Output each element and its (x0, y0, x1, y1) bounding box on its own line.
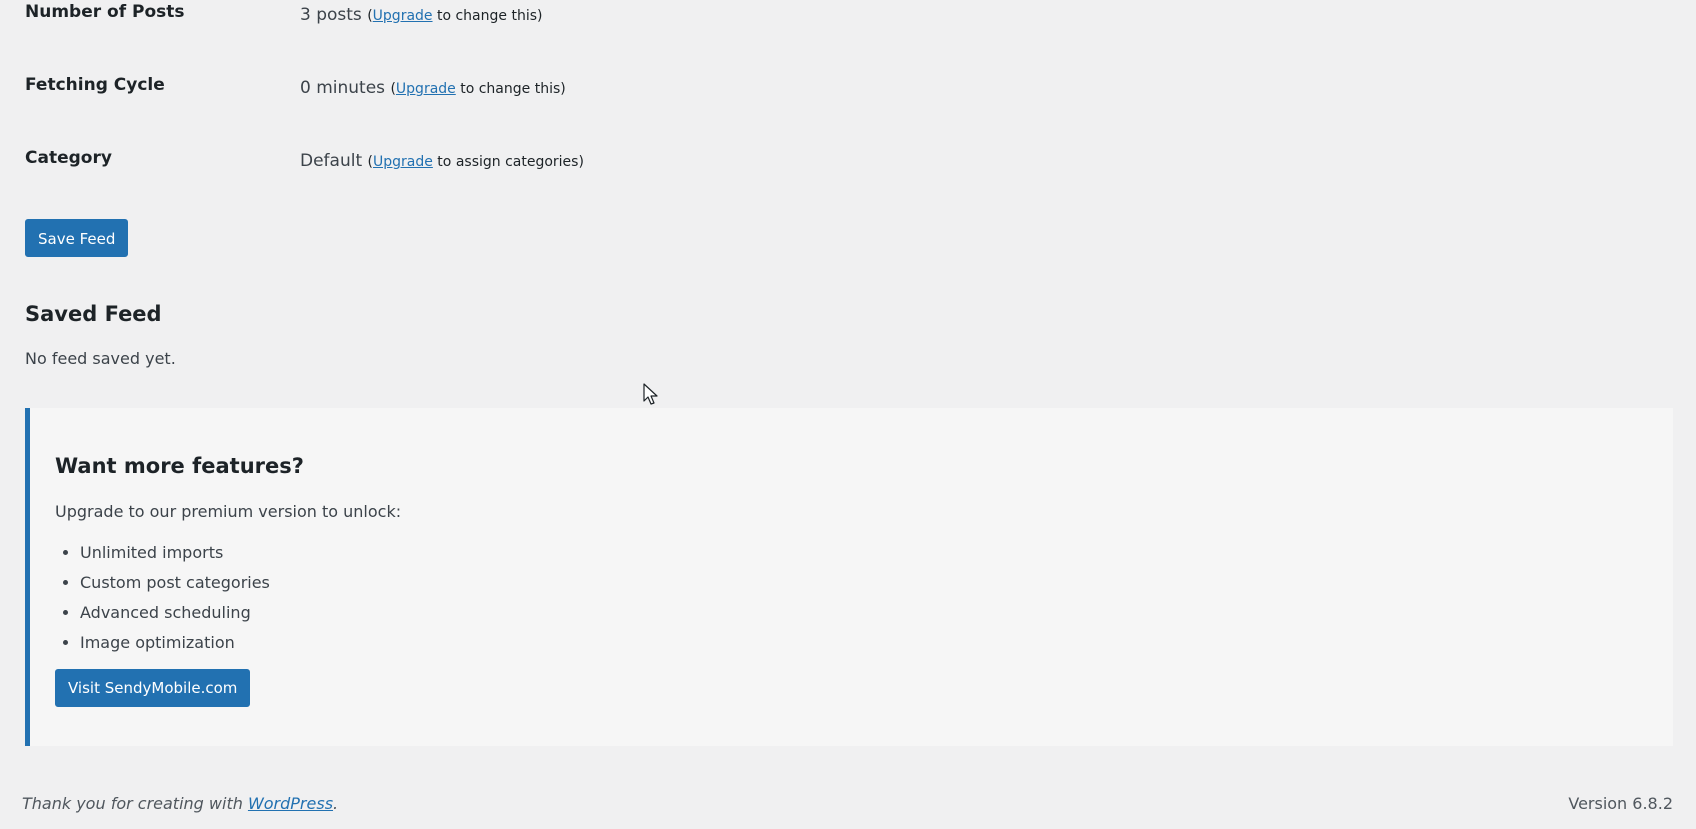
footer-version: Version 6.8.2 (1568, 794, 1673, 813)
number-of-posts-note: (Upgrade to change this) (367, 8, 543, 24)
number-of-posts-text: 3 posts (300, 5, 362, 25)
wordpress-link[interactable]: WordPress (248, 794, 333, 813)
category-text: Default (300, 151, 363, 171)
category-value: Default (Upgrade to assign categories) (300, 151, 584, 171)
number-of-posts-upgrade-link[interactable]: Upgrade (373, 8, 433, 24)
promo-feature-item: Image optimization (80, 628, 270, 658)
mouse-pointer-icon (643, 383, 658, 405)
saved-feed-empty-text: No feed saved yet. (25, 349, 176, 368)
saved-feed-title: Saved Feed (25, 302, 162, 326)
promo-feature-list: Unlimited imports Custom post categories… (55, 538, 270, 658)
number-of-posts-label: Number of Posts (25, 2, 185, 22)
promo-feature-item: Custom post categories (80, 568, 270, 598)
fetching-cycle-value: 0 minutes (Upgrade to change this) (300, 78, 566, 98)
fetching-cycle-label: Fetching Cycle (25, 75, 165, 95)
category-row: Category Default (Upgrade to assign cate… (25, 148, 925, 180)
category-upgrade-link[interactable]: Upgrade (373, 154, 433, 170)
fetching-cycle-upgrade-link[interactable]: Upgrade (396, 81, 456, 97)
category-label: Category (25, 148, 112, 168)
visit-sendymobile-button[interactable]: Visit SendyMobile.com (55, 669, 251, 707)
promo-feature-item: Unlimited imports (80, 538, 270, 568)
promo-title: Want more features? (55, 454, 304, 478)
number-of-posts-value: 3 posts (Upgrade to change this) (300, 5, 542, 25)
save-feed-button[interactable]: Save Feed (25, 219, 129, 257)
fetching-cycle-note: (Upgrade to change this) (390, 81, 566, 97)
category-note: (Upgrade to assign categories) (367, 154, 584, 170)
footer-thanks: Thank you for creating with WordPress. (22, 794, 339, 813)
fetching-cycle-text: 0 minutes (300, 78, 386, 98)
promo-feature-item: Advanced scheduling (80, 598, 270, 628)
promo-intro: Upgrade to our premium version to unlock… (55, 502, 402, 521)
fetching-cycle-row: Fetching Cycle 0 minutes (Upgrade to cha… (25, 75, 925, 107)
number-of-posts-row: Number of Posts 3 posts (Upgrade to chan… (25, 2, 925, 34)
upgrade-promo-box: Want more features? Upgrade to our premi… (25, 408, 1673, 746)
